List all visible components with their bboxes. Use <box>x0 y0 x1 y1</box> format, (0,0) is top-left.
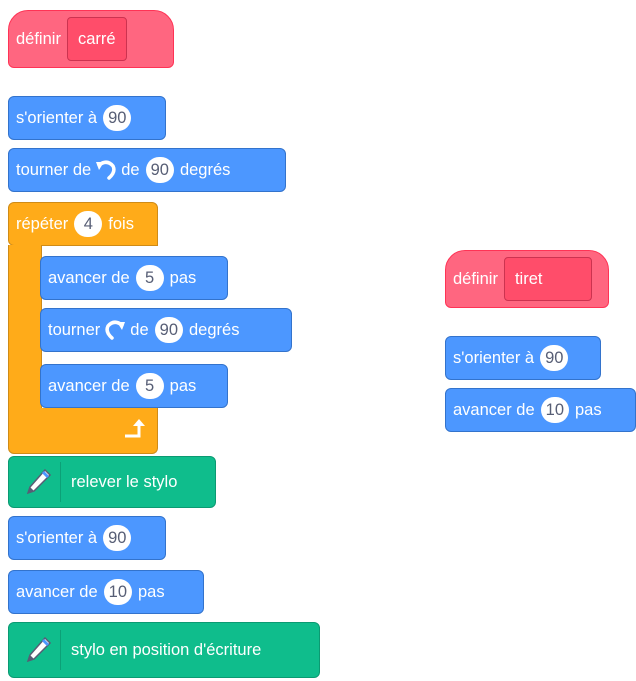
turn-value-input[interactable]: 90 <box>145 157 174 183</box>
turn-de-label: de <box>130 320 149 339</box>
move-value-input[interactable]: 10 <box>540 397 569 423</box>
turn-value-input[interactable]: 90 <box>154 317 183 343</box>
orient-value-input[interactable]: 90 <box>103 105 132 131</box>
pen-up-block[interactable]: relever le stylo <box>8 456 216 508</box>
move-unit-label: pas <box>575 400 602 419</box>
pen-up-label: relever le stylo <box>71 472 178 491</box>
turn-right-block[interactable]: tourner de 90 degrés <box>40 308 292 352</box>
define-name-tiret[interactable]: tiret <box>503 257 592 301</box>
turn-label: tourner <box>48 320 101 339</box>
move-label: avancer de <box>48 376 130 395</box>
pen-down-label: stylo en position d'écriture <box>71 640 262 659</box>
repeat-count-input[interactable]: 4 <box>74 211 103 237</box>
turn-unit-label: degrés <box>179 160 231 179</box>
move-label: avancer de <box>16 582 98 601</box>
move-value-input[interactable]: 5 <box>135 265 164 291</box>
orient-block-right[interactable]: s'orienter à 90 <box>445 336 601 380</box>
loop-arrow-icon <box>123 418 149 445</box>
move-unit-label: pas <box>138 582 165 601</box>
orient-value-input[interactable]: 90 <box>103 525 132 551</box>
move-value-input[interactable]: 5 <box>135 373 164 399</box>
orient-label: s'orienter à <box>453 348 535 367</box>
rotate-right-icon <box>104 319 126 341</box>
turn-unit-label: degrés <box>189 320 240 339</box>
move-unit-label: pas <box>169 268 197 287</box>
rotate-left-icon <box>95 159 117 181</box>
orient-block-2[interactable]: s'orienter à 90 <box>8 516 166 560</box>
move-unit-label: pas <box>169 376 197 395</box>
move-block-right[interactable]: avancer de 10 pas <box>445 388 636 432</box>
orient-block[interactable]: s'orienter à 90 <box>8 96 166 140</box>
orient-value-input[interactable]: 90 <box>540 345 569 371</box>
move-block[interactable]: avancer de 10 pas <box>8 570 204 614</box>
move-value-input[interactable]: 10 <box>103 579 132 605</box>
repeat-move-block-1[interactable]: avancer de 5 pas <box>40 256 228 300</box>
define-keyword: définir <box>453 269 498 288</box>
repeat-move-block-2[interactable]: avancer de 5 pas <box>40 364 228 408</box>
repeat-fois-label: fois <box>108 214 134 233</box>
move-label: avancer de <box>453 400 535 419</box>
orient-label: s'orienter à <box>16 108 98 127</box>
pen-icon <box>16 462 61 502</box>
pen-icon <box>16 630 61 670</box>
repeat-label: répéter <box>16 214 69 233</box>
turn-de-label: de <box>121 160 140 179</box>
repeat-arm <box>8 245 42 409</box>
repeat-block[interactable]: répéter 4 fois <box>8 202 158 246</box>
define-block-tiret[interactable]: définir tiret <box>445 250 609 308</box>
orient-label: s'orienter à <box>16 528 98 547</box>
repeat-foot <box>8 408 158 454</box>
turn-left-block[interactable]: tourner de de 90 degrés <box>8 148 286 192</box>
turn-label: tourner de <box>16 160 92 179</box>
define-block-carre[interactable]: définir carré <box>8 10 174 68</box>
define-keyword: définir <box>16 29 61 48</box>
move-label: avancer de <box>48 268 130 287</box>
pen-down-block[interactable]: stylo en position d'écriture <box>8 622 320 678</box>
define-name-carre[interactable]: carré <box>66 17 127 61</box>
